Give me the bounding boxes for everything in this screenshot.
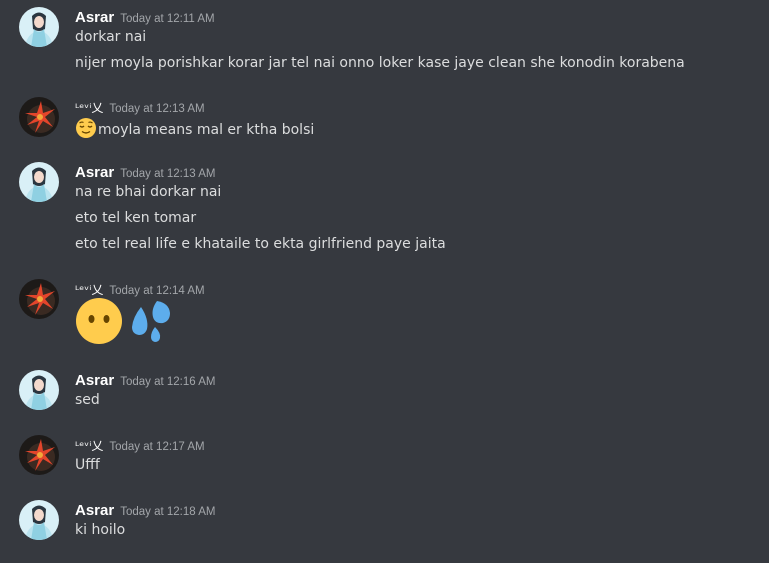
avatar[interactable]: [19, 7, 59, 47]
avatar[interactable]: [19, 162, 59, 202]
message-text: Ufff: [75, 457, 100, 473]
message-header: Asrar Today at 12:13 AM: [75, 162, 215, 182]
username[interactable]: Asrar: [75, 164, 114, 181]
message-group: Asrar Today at 12:18 AM ki hoilo: [0, 500, 769, 544]
message-group: ᴸᵉᵛⁱ乂 Today at 12:13 AM moyla means mal e…: [0, 97, 769, 141]
message-header: ᴸᵉᵛⁱ乂 Today at 12:17 AM: [75, 435, 205, 455]
avatar[interactable]: [19, 500, 59, 540]
username[interactable]: Asrar: [75, 372, 114, 389]
message-text: eto tel real life e khataile to ekta gir…: [75, 236, 446, 252]
asrar-avatar-image: [19, 162, 59, 202]
message-text: ki hoilo: [75, 522, 126, 538]
message-group: Asrar Today at 12:11 AM dorkar nai nijer …: [0, 7, 769, 77]
timestamp[interactable]: Today at 12:11 AM: [120, 13, 214, 25]
message-text: eto tel ken tomar: [75, 210, 197, 226]
avatar[interactable]: [19, 279, 59, 319]
avatar[interactable]: [19, 97, 59, 137]
asrar-avatar-image: [19, 500, 59, 540]
message-header: Asrar Today at 12:16 AM: [75, 370, 215, 390]
timestamp[interactable]: Today at 12:13 AM: [109, 103, 204, 115]
levi-avatar-image: [19, 435, 59, 475]
timestamp[interactable]: Today at 12:17 AM: [109, 441, 204, 453]
message-group: ᴸᵉᵛⁱ乂 Today at 12:17 AM Ufff: [0, 435, 769, 479]
username[interactable]: ᴸᵉᵛⁱ乂: [75, 439, 103, 453]
message-text: moyla means mal er ktha bolsi: [75, 117, 314, 140]
username[interactable]: ᴸᵉᵛⁱ乂: [75, 283, 103, 297]
relieved-face-emoji: [76, 118, 96, 138]
message-group: Asrar Today at 12:13 AM na re bhai dorkar…: [0, 162, 769, 258]
message-text: nijer moyla porishkar korar jar tel nai …: [75, 55, 685, 71]
levi-avatar-image: [19, 279, 59, 319]
username[interactable]: Asrar: [75, 9, 114, 26]
timestamp[interactable]: Today at 12:13 AM: [120, 168, 215, 180]
sweat-droplets-emoji[interactable]: [123, 297, 171, 345]
message-group: Asrar Today at 12:16 AM sed: [0, 370, 769, 414]
message-header: ᴸᵉᵛⁱ乂 Today at 12:13 AM: [75, 97, 205, 117]
message-text: na re bhai dorkar nai: [75, 184, 222, 200]
message-header: Asrar Today at 12:11 AM: [75, 7, 215, 27]
username[interactable]: Asrar: [75, 502, 114, 519]
timestamp[interactable]: Today at 12:14 AM: [109, 285, 204, 297]
avatar[interactable]: [19, 435, 59, 475]
message-header: Asrar Today at 12:18 AM: [75, 500, 215, 520]
no-mouth-face-emoji[interactable]: [75, 297, 123, 345]
asrar-avatar-image: [19, 7, 59, 47]
message-text: dorkar nai: [75, 29, 147, 45]
message-text: sed: [75, 392, 100, 408]
asrar-avatar-image: [19, 370, 59, 410]
message-text-content: moyla means mal er ktha bolsi: [98, 122, 315, 138]
message-group: ᴸᵉᵛⁱ乂 Today at 12:14 AM: [0, 279, 769, 351]
message-header: ᴸᵉᵛⁱ乂 Today at 12:14 AM: [75, 279, 205, 299]
username[interactable]: ᴸᵉᵛⁱ乂: [75, 101, 103, 115]
avatar[interactable]: [19, 370, 59, 410]
timestamp[interactable]: Today at 12:16 AM: [120, 376, 215, 388]
levi-avatar-image: [19, 97, 59, 137]
timestamp[interactable]: Today at 12:18 AM: [120, 506, 215, 518]
jumbo-emoji-row: [75, 297, 171, 345]
